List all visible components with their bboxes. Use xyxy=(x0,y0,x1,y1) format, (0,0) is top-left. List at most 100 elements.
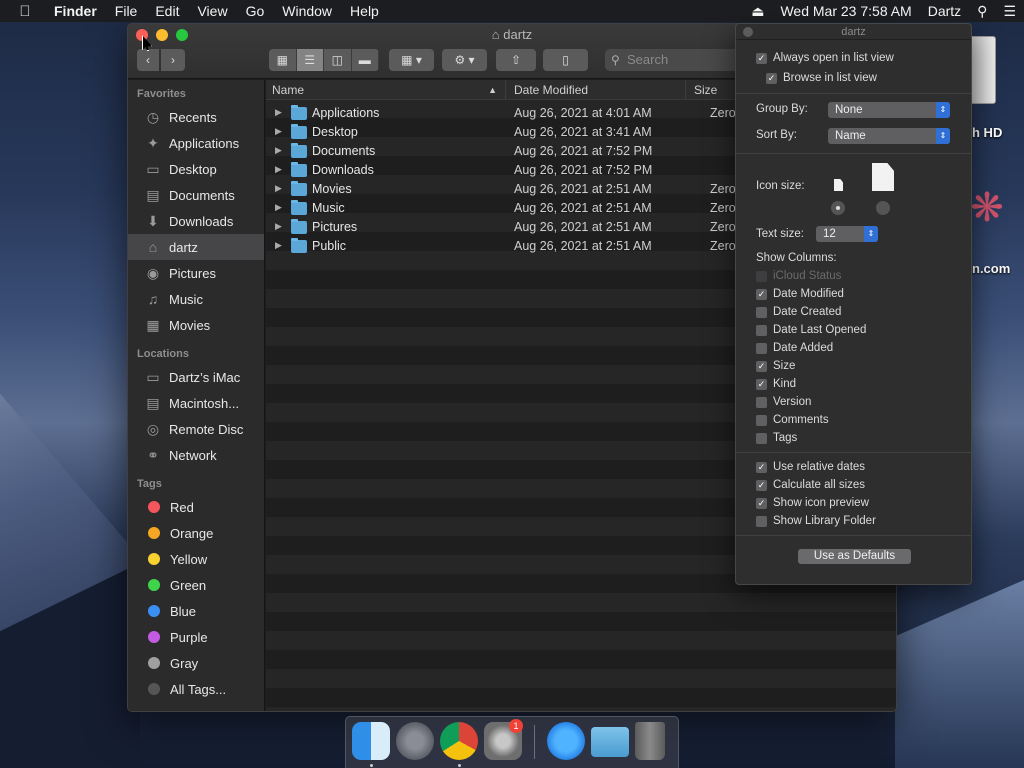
menu-help[interactable]: Help xyxy=(341,3,388,19)
menu-view[interactable]: View xyxy=(188,3,236,19)
sidebar-tag-gray[interactable]: Gray xyxy=(128,650,264,676)
icon-view-button[interactable]: ▦ xyxy=(269,49,297,71)
sidebar-item-documents[interactable]: ▤ Documents xyxy=(128,182,264,208)
tags-button[interactable]: ▯ xyxy=(543,49,588,71)
disclosure-triangle-icon[interactable]: ▶ xyxy=(275,164,282,175)
column-header-date-modified[interactable]: Date Modified xyxy=(508,80,686,100)
group-grid-icon: ▦ ▾ xyxy=(401,53,422,67)
use-relative-dates-checkbox[interactable]: ✓ Use relative dates xyxy=(756,459,865,475)
menu-finder[interactable]: Finder xyxy=(50,3,106,19)
sidebar-item-label: Gray xyxy=(170,655,199,671)
group-by-label: Group By: xyxy=(756,103,808,115)
sidebar-item-label: Dartz’s iMac xyxy=(169,369,241,385)
disclosure-triangle-icon[interactable]: ▶ xyxy=(275,240,282,251)
sidebar-tag-yellow[interactable]: Yellow xyxy=(128,546,264,572)
column-header-label: Name xyxy=(272,83,305,97)
sidebar-item-applications[interactable]: ✦ Applications xyxy=(128,130,264,156)
app-store-icon[interactable] xyxy=(547,722,585,760)
desktop-app-icon[interactable]: ❋ xyxy=(970,172,1004,244)
row-name: Applications xyxy=(312,106,380,120)
column-size-checkbox[interactable]: ✓ Size xyxy=(756,358,795,374)
sidebar-tag-purple[interactable]: Purple xyxy=(128,624,264,650)
column-view-button[interactable]: ◫ xyxy=(324,49,352,71)
menubar-user[interactable]: Dartz xyxy=(920,3,969,19)
column-date-last-opened-checkbox[interactable]: Date Last Opened xyxy=(756,322,866,338)
use-as-defaults-button[interactable]: Use as Defaults xyxy=(798,549,911,564)
sidebar-item-macintosh-hd[interactable]: ▤ Macintosh... xyxy=(128,390,264,416)
sidebar-item-network[interactable]: ⚭ Network xyxy=(128,442,264,468)
notification-badge: 1 xyxy=(509,719,523,733)
disclosure-triangle-icon[interactable]: ▶ xyxy=(275,183,282,194)
trash-icon[interactable] xyxy=(635,722,665,760)
sidebar-item-movies[interactable]: ▦ Movies xyxy=(128,312,264,338)
sidebar-item-dartz[interactable]: ⌂ dartz xyxy=(128,234,264,260)
sidebar-tag-blue[interactable]: Blue xyxy=(128,598,264,624)
column-tags-checkbox[interactable]: Tags xyxy=(756,430,797,446)
sort-by-label: Sort By: xyxy=(756,129,797,141)
downloads-folder-icon[interactable] xyxy=(591,727,629,757)
sidebar-all-tags[interactable]: All Tags... xyxy=(128,676,264,702)
show-library-folder-checkbox[interactable]: Show Library Folder xyxy=(756,513,876,529)
action-menu-button[interactable]: ⚙ ▾ xyxy=(442,49,487,71)
browse-list-checkbox[interactable]: ✓ Browse in list view xyxy=(766,70,877,86)
text-size-select[interactable]: 12 ⇕ xyxy=(816,226,878,242)
icon-size-large-radio[interactable] xyxy=(876,201,890,215)
menu-window[interactable]: Window xyxy=(273,3,341,19)
notification-center-icon[interactable]: ☰ xyxy=(995,3,1024,20)
sort-by-select[interactable]: Name ⇕ xyxy=(828,128,950,144)
calculate-all-sizes-checkbox[interactable]: ✓ Calculate all sizes xyxy=(756,477,865,493)
row-name: Public xyxy=(312,239,347,253)
sidebar-item-desktop[interactable]: ▭ Desktop xyxy=(128,156,264,182)
disclosure-triangle-icon[interactable]: ▶ xyxy=(275,221,282,232)
menubar-clock[interactable]: Wed Mar 23 7:58 AM xyxy=(772,3,919,19)
sidebar-item-music[interactable]: ♫ Music xyxy=(128,286,264,312)
sidebar-favorites-header: Favorites xyxy=(137,88,186,100)
column-header-name[interactable]: Name ▲ xyxy=(266,80,506,100)
sidebar-item-recents[interactable]: ◷ Recents xyxy=(128,104,264,130)
eject-icon[interactable]: ⏏ xyxy=(743,3,772,20)
sidebar-tag-orange[interactable]: Orange xyxy=(128,520,264,546)
spotlight-search-icon[interactable]: ⚲ xyxy=(969,3,995,20)
back-button[interactable]: ‹ xyxy=(137,49,159,71)
share-button[interactable]: ⇧ xyxy=(496,49,536,71)
finder-app-icon[interactable] xyxy=(352,722,390,760)
column-date-created-checkbox[interactable]: Date Created xyxy=(756,304,841,320)
column-date-modified-checkbox[interactable]: ✓ Date Modified xyxy=(756,286,844,302)
gallery-view-button[interactable]: ▬ xyxy=(351,49,379,71)
group-by-button[interactable]: ▦ ▾ xyxy=(389,49,434,71)
launchpad-rocket-icon[interactable] xyxy=(396,722,434,760)
menu-edit[interactable]: Edit xyxy=(146,3,188,19)
column-version-checkbox[interactable]: Version xyxy=(756,394,811,410)
list-view-button[interactable]: ☰ xyxy=(296,49,324,71)
show-icon-preview-checkbox[interactable]: ✓ Show icon preview xyxy=(756,495,869,511)
chrome-browser-icon[interactable] xyxy=(440,722,478,760)
disclosure-triangle-icon[interactable]: ▶ xyxy=(275,202,282,213)
menu-file[interactable]: File xyxy=(106,3,147,19)
sidebar-tag-green[interactable]: Green xyxy=(128,572,264,598)
forward-button[interactable]: › xyxy=(161,49,185,71)
checkbox-label: iCloud Status xyxy=(773,270,842,282)
group-by-select[interactable]: None ⇕ xyxy=(828,102,950,118)
desktop-disk-label[interactable]: h HD xyxy=(972,125,1002,140)
desktop-hard-disk-icon[interactable] xyxy=(968,36,996,104)
disclosure-triangle-icon[interactable]: ▶ xyxy=(275,126,282,137)
always-open-list-checkbox[interactable]: ✓ Always open in list view xyxy=(756,50,894,66)
disclosure-triangle-icon[interactable]: ▶ xyxy=(275,145,282,156)
up-down-arrows-icon: ⇕ xyxy=(936,102,950,118)
sidebar-item-imac[interactable]: ▭ Dartz’s iMac xyxy=(128,364,264,390)
menu-go[interactable]: Go xyxy=(237,3,274,19)
checkbox-box xyxy=(756,515,767,527)
column-comments-checkbox[interactable]: Comments xyxy=(756,412,829,428)
column-date-added-checkbox[interactable]: Date Added xyxy=(756,340,833,356)
disclosure-triangle-icon[interactable]: ▶ xyxy=(275,107,282,118)
sidebar-tag-red[interactable]: Red xyxy=(128,494,264,520)
column-kind-checkbox[interactable]: ✓ Kind xyxy=(756,376,796,392)
apple-menu-icon[interactable]:  xyxy=(0,3,50,20)
sidebar-item-remote-disc[interactable]: ◎ Remote Disc xyxy=(128,416,264,442)
icon-size-small-radio[interactable] xyxy=(831,201,845,215)
sidebar-item-pictures[interactable]: ◉ Pictures xyxy=(128,260,264,286)
green-tag-dot-icon xyxy=(148,579,160,591)
sidebar-item-downloads[interactable]: ⬇ Downloads xyxy=(128,208,264,234)
close-panel-button[interactable] xyxy=(743,27,753,37)
desktop-app-label[interactable]: n.com xyxy=(972,261,1010,276)
